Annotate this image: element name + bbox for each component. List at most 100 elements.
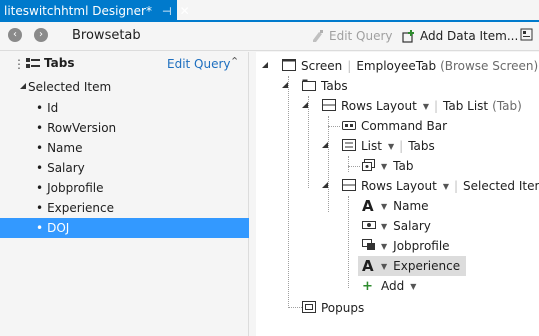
field-item-experience[interactable]: • Experience [0, 198, 249, 218]
tree-node-tab[interactable]: ▼ Tab [362, 156, 413, 176]
tree-node-command-bar[interactable]: Command Bar [342, 116, 447, 136]
add-data-item-icon [402, 29, 416, 43]
chevron-down-icon[interactable]: ▼ [381, 162, 387, 171]
screen-label: Screen [301, 59, 343, 73]
popups-icon [302, 300, 316, 316]
field-experience-label: Experience [393, 259, 461, 273]
tree-line [348, 196, 349, 288]
document-tab[interactable]: liteswitchhtml Designer* ⊣ ✕ [0, 0, 190, 22]
tree-node-tabs[interactable]: Tabs [302, 76, 348, 96]
expander-icon[interactable] [20, 83, 26, 89]
edit-query-button[interactable]: Edit Query [311, 26, 393, 46]
chevron-down-icon[interactable]: ▼ [443, 182, 449, 191]
expander-icon[interactable] [282, 82, 288, 88]
field-label: Name [47, 141, 83, 155]
field-item-rowversion[interactable]: • RowVersion [0, 118, 249, 138]
list-icon [342, 138, 356, 154]
tree-line [348, 156, 349, 172]
tree-node-list-tabs[interactable]: List ▼ | Tabs [342, 136, 435, 156]
collapse-icon[interactable]: ⌃ [230, 55, 239, 68]
toolbar-overflow-icon[interactable] [520, 28, 534, 42]
field-item-salary[interactable]: • Salary [0, 158, 249, 178]
content-tree-panel: Screen | EmployeeTab (Browse Screen) Tab… [256, 52, 539, 336]
edit-query-icon [311, 29, 325, 43]
chevron-down-icon[interactable]: ▼ [381, 202, 387, 211]
chevron-down-icon[interactable]: ▼ [388, 142, 394, 151]
separator: | [347, 59, 352, 73]
tree-node-screen[interactable]: Screen | EmployeeTab (Browse Screen) [282, 56, 538, 76]
separator: | [399, 139, 404, 153]
screen-kind: (Browse Screen) [440, 59, 539, 73]
selected-item-node[interactable]: Selected Item [28, 80, 111, 94]
field-item-id[interactable]: • Id [0, 98, 249, 118]
rows-layout-icon [322, 98, 336, 114]
left-panel: ⋮ Tabs Edit Query ⌃ Selected Item • Id • R… [0, 52, 249, 336]
tree-line [288, 76, 289, 308]
close-icon[interactable]: ✕ [180, 4, 190, 18]
field-label: Jobprofile [47, 181, 104, 195]
add-data-item-label: Add Data Item... [420, 29, 519, 43]
text-A-icon: A [362, 257, 374, 275]
tabs-group-icon [302, 79, 316, 94]
rows-layout-label: Rows Layout [361, 179, 437, 193]
tree-line [328, 116, 329, 212]
document-tab-title: liteswitchhtml Designer* [4, 4, 152, 18]
field-item-jobprofile[interactable]: • Jobprofile [0, 178, 249, 198]
tree-node-rows-layout-selected-item[interactable]: Rows Layout ▼ | Selected Item [342, 176, 539, 196]
list-label: List [361, 139, 382, 153]
rows-layout-name: Selected Item [463, 179, 539, 193]
list-name: Tabs [408, 139, 435, 153]
screen-icon [282, 58, 296, 74]
field-jobprofile-label: Jobprofile [393, 239, 450, 253]
popups-label: Popups [321, 301, 365, 315]
tree-node-field-jobprofile[interactable]: ▼ Jobprofile [362, 236, 450, 256]
field-item-name[interactable]: • Name [0, 138, 249, 158]
tree-node-rows-layout-tab-list[interactable]: Rows Layout ▼ | Tab List (Tab) [322, 96, 522, 116]
back-arrow-icon[interactable]: ‹ [8, 28, 22, 42]
tabs-collection-icon [26, 58, 40, 70]
chevron-down-icon[interactable]: ▼ [381, 262, 387, 271]
tabs-label: Tabs [321, 79, 348, 93]
rows-layout-icon [342, 178, 356, 194]
tree-line [288, 307, 302, 308]
expander-icon[interactable] [302, 102, 308, 108]
chevron-down-icon[interactable]: ▼ [410, 282, 416, 291]
forward-arrow-icon[interactable]: › [34, 28, 48, 42]
field-item-doj[interactable]: • DOJ [0, 218, 249, 238]
tree-node-popups[interactable]: Popups [302, 298, 364, 318]
rows-layout-name: Tab List [443, 99, 489, 113]
chevron-down-icon[interactable]: ▼ [423, 102, 429, 111]
document-tab-strip: liteswitchhtml Designer* ⊣ ✕ [0, 0, 539, 22]
field-label: Experience [47, 201, 114, 215]
screen-name: EmployeeTab [356, 59, 437, 73]
tree-node-add[interactable]: + Add ▼ [362, 276, 416, 296]
pin-icon[interactable]: ⊣ [162, 5, 172, 18]
field-label: DOJ [47, 221, 70, 235]
tree-node-field-experience[interactable]: A ▼ Experience [358, 256, 466, 276]
plus-icon: + [362, 278, 373, 294]
tree-node-field-name[interactable]: A ▼ Name [362, 196, 429, 216]
field-salary-label: Salary [393, 219, 431, 233]
tab-item-icon [362, 158, 376, 174]
add-data-item-button[interactable]: Add Data Item... [402, 26, 518, 46]
expander-icon[interactable] [262, 62, 268, 68]
expander-icon[interactable] [322, 182, 328, 188]
field-list: • Id • RowVersion • Name • Salary • Jobprofil… [0, 98, 249, 238]
left-panel-header: ⋮ Tabs Edit Query ⌃ [0, 52, 249, 76]
chevron-down-icon[interactable]: ▼ [381, 242, 387, 251]
field-label: Salary [47, 161, 85, 175]
edit-query-link[interactable]: Edit Query [167, 57, 231, 71]
grip-icon[interactable]: ⋮ [13, 57, 25, 71]
tree-line [308, 96, 309, 188]
field-label: RowVersion [47, 121, 117, 135]
chevron-down-icon[interactable]: ▼ [381, 222, 387, 231]
field-label: Id [47, 101, 59, 115]
screen-name-label: Browsetab [72, 28, 141, 43]
rows-layout-label: Rows Layout [341, 99, 417, 113]
expander-icon[interactable] [322, 142, 328, 148]
command-bar-icon [342, 119, 356, 134]
tree-node-field-salary[interactable]: ▼ Salary [362, 216, 431, 236]
separator: | [433, 99, 439, 113]
tree-line [328, 126, 340, 127]
designer-toolbar: ‹ › Browsetab Edit Query Add Data Item..… [0, 22, 539, 51]
